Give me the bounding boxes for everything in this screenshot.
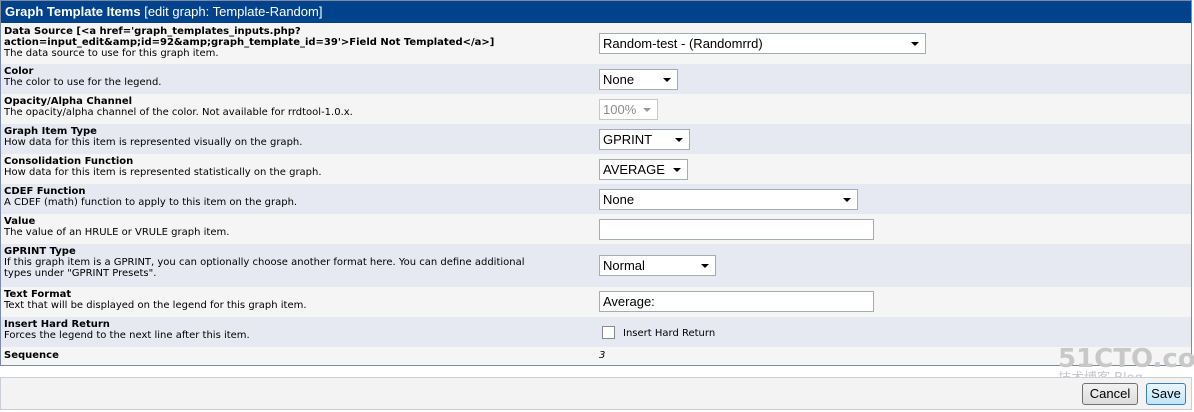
- chevron-down-icon: [673, 168, 681, 172]
- watermark-line1: 51CTO.com: [1058, 344, 1194, 374]
- row-color: Color The color to use for the legend. N…: [1, 64, 1191, 94]
- panel-title: Graph Template Items: [5, 4, 141, 19]
- gprint-type-desc-line1: If this graph item is a GPRINT, you can …: [4, 257, 525, 268]
- row-insert-hard-return: Insert Hard Return Forces the legend to …: [1, 317, 1191, 347]
- row-graph-item-type: Graph Item Type How data for this item i…: [1, 124, 1191, 154]
- row-value: Value The value of an HRULE or VRULE gra…: [1, 214, 1191, 244]
- chevron-down-icon: [675, 138, 683, 142]
- row-sequence: Sequence 3: [1, 347, 1191, 365]
- cdef-function-select[interactable]: None: [599, 189, 858, 210]
- row-gprint-type: GPRINT Type If this graph item is a GPRI…: [1, 244, 1191, 287]
- text-format-desc: Text that will be displayed on the legen…: [4, 300, 307, 311]
- color-desc: The color to use for the legend.: [4, 77, 162, 88]
- insert-hard-return-checkbox-label[interactable]: Insert Hard Return: [623, 328, 715, 340]
- consolidation-function-select[interactable]: AVERAGE: [599, 159, 688, 180]
- opacity-title: Opacity/Alpha Channel: [4, 96, 133, 107]
- graph-item-type-title: Graph Item Type: [4, 126, 97, 137]
- text-format-title: Text Format: [4, 289, 72, 300]
- data-source-title-line1: Data Source [<a href='graph_templates_in…: [4, 26, 301, 37]
- data-source-value: Random-test - (Randomrrd): [603, 36, 763, 51]
- panel-subtitle: [edit graph: Template-Random]: [144, 4, 323, 19]
- chevron-down-icon: [643, 108, 651, 112]
- chevron-down-icon: [663, 78, 671, 82]
- color-value: None: [603, 72, 635, 87]
- value-title: Value: [4, 216, 36, 227]
- save-button[interactable]: Save: [1146, 383, 1186, 405]
- sequence-value: 3: [599, 350, 606, 361]
- gprint-type-title: GPRINT Type: [4, 246, 76, 257]
- chevron-down-icon: [701, 264, 709, 268]
- opacity-select[interactable]: 100%: [599, 99, 658, 120]
- row-text-format: Text Format Text that will be displayed …: [1, 287, 1191, 317]
- data-source-desc: The data source to use for this graph it…: [4, 48, 219, 59]
- cdef-function-desc: A CDEF (math) function to apply to this …: [4, 197, 298, 208]
- cancel-button[interactable]: Cancel: [1082, 383, 1138, 405]
- opacity-desc: The opacity/alpha channel of the color. …: [4, 107, 353, 118]
- text-format-input[interactable]: Average:: [599, 291, 874, 312]
- consolidation-function-value: AVERAGE: [603, 162, 665, 177]
- color-select[interactable]: None: [599, 69, 678, 90]
- insert-hard-return-desc: Forces the legend to the next line after…: [4, 330, 250, 341]
- panel-header: Graph Template Items [edit graph: Templa…: [1, 1, 1191, 23]
- opacity-value: 100%: [603, 102, 637, 117]
- data-source-select[interactable]: Random-test - (Randomrrd): [599, 33, 926, 54]
- cdef-function-title: CDEF Function: [4, 186, 86, 197]
- sequence-title: Sequence: [4, 350, 59, 361]
- gprint-type-select[interactable]: Normal: [599, 255, 716, 276]
- chevron-down-icon: [843, 198, 851, 202]
- gprint-type-value: Normal: [603, 258, 645, 273]
- form-footer: Cancel Save: [0, 377, 1192, 410]
- color-title: Color: [4, 66, 34, 77]
- chevron-down-icon: [911, 42, 919, 46]
- graph-item-type-desc: How data for this item is represented vi…: [4, 137, 303, 148]
- insert-hard-return-checkbox[interactable]: [602, 326, 615, 339]
- consolidation-function-desc: How data for this item is represented st…: [4, 167, 322, 178]
- graph-template-items-panel: Graph Template Items [edit graph: Templa…: [0, 0, 1192, 366]
- value-desc: The value of an HRULE or VRULE graph ite…: [4, 227, 230, 238]
- graph-item-type-value: GPRINT: [603, 132, 653, 147]
- insert-hard-return-title: Insert Hard Return: [4, 319, 110, 330]
- row-consolidation-function: Consolidation Function How data for this…: [1, 154, 1191, 184]
- row-cdef-function: CDEF Function A CDEF (math) function to …: [1, 184, 1191, 214]
- row-opacity: Opacity/Alpha Channel The opacity/alpha …: [1, 94, 1191, 124]
- cdef-function-value: None: [603, 192, 635, 207]
- value-input[interactable]: [599, 219, 874, 240]
- consolidation-function-title: Consolidation Function: [4, 156, 134, 167]
- row-data-source: Data Source [<a href='graph_templates_in…: [1, 24, 1191, 64]
- gprint-type-desc-line2: types under "GPRINT Presets".: [4, 268, 157, 279]
- graph-item-type-select[interactable]: GPRINT: [599, 129, 690, 150]
- data-source-title-line2: action=input_edit&amp;id=92&amp;graph_te…: [4, 37, 495, 48]
